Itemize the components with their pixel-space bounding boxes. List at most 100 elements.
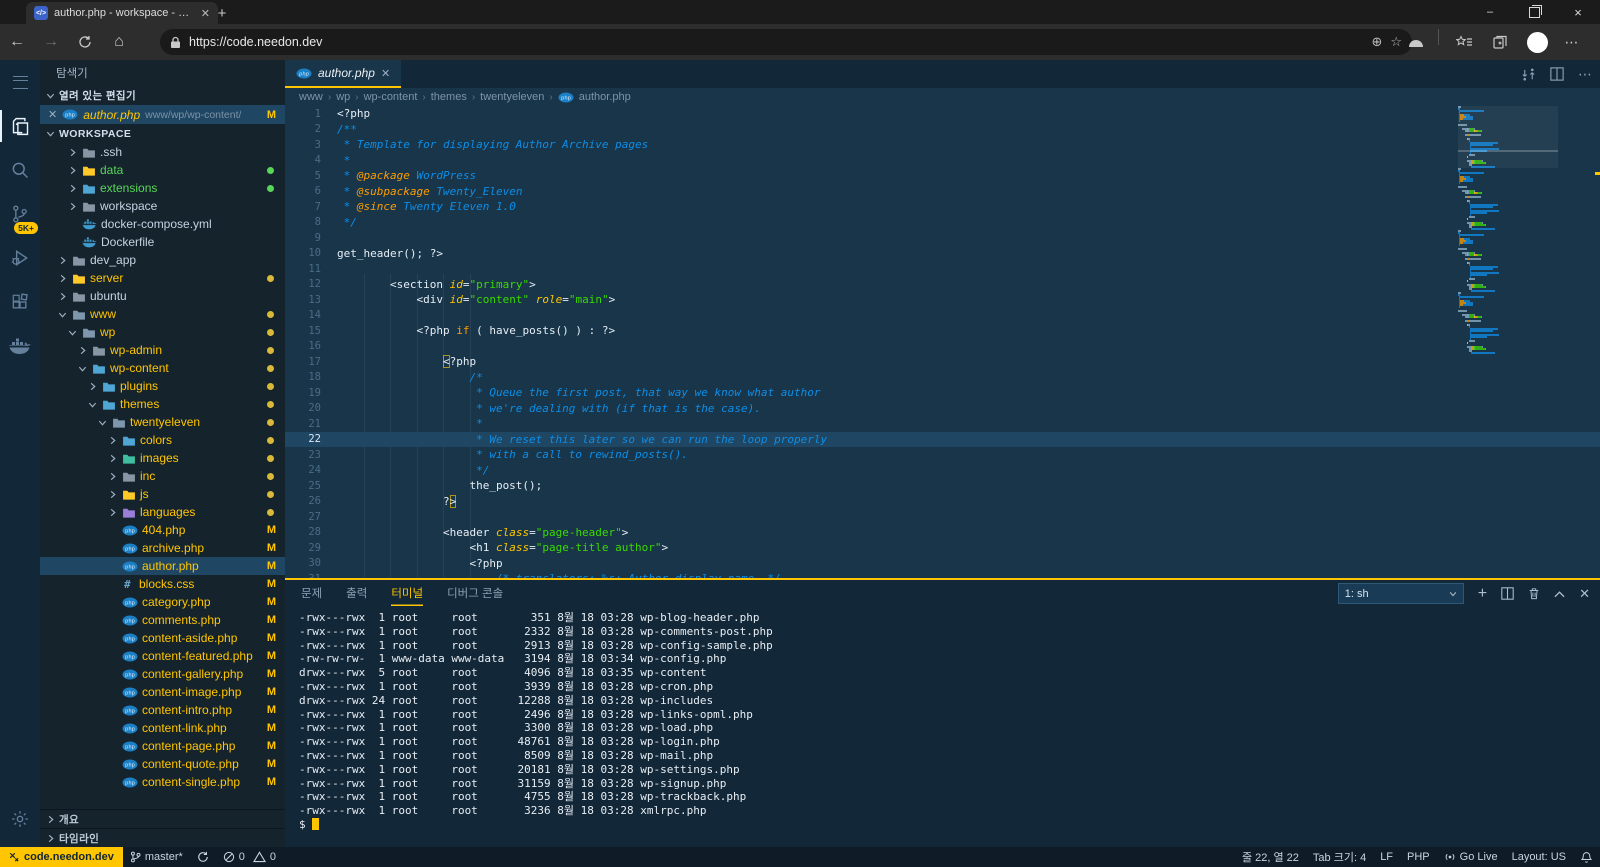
tree-item-ubuntu[interactable]: ubuntu <box>40 287 285 305</box>
code-line[interactable]: 15 <?php if ( have_posts() ) : ?> <box>285 323 1600 339</box>
outline-section-header[interactable]: 개요 <box>40 809 285 828</box>
settings-gear-button[interactable] <box>0 797 40 841</box>
breadcrumb-item[interactable]: www <box>299 91 323 103</box>
code-line[interactable]: 24 */ <box>285 463 1600 479</box>
tree-item-server[interactable]: server <box>40 269 285 287</box>
tree-item-content-gallery-php[interactable]: phpcontent-gallery.phpM <box>40 665 285 683</box>
panel-tab-item[interactable]: 디버그 콘솔 <box>447 580 503 606</box>
add-favorite-icon[interactable]: ☆ <box>1390 34 1402 50</box>
code-line[interactable]: 2/** <box>285 122 1600 138</box>
docker-view-button[interactable] <box>0 324 40 368</box>
source-control-view-button[interactable]: 5K+ <box>0 192 40 236</box>
terminal-selector-dropdown[interactable]: 1: sh <box>1338 583 1464 604</box>
tree-item-docker-compose-yml[interactable]: docker-compose.yml <box>40 215 285 233</box>
git-branch-indicator[interactable]: master* <box>123 847 190 867</box>
tree-item-author-php[interactable]: phpauthor.phpM <box>40 557 285 575</box>
code-line[interactable]: 14 <box>285 308 1600 324</box>
code-line[interactable]: 17 <?php <box>285 354 1600 370</box>
tree-item-www[interactable]: www <box>40 305 285 323</box>
remote-indicator[interactable]: code.needon.dev <box>0 847 123 867</box>
close-panel-button[interactable]: ✕ <box>1579 586 1590 602</box>
browser-menu-button[interactable]: ⋯ <box>1558 29 1586 55</box>
code-line[interactable]: 25 the_post(); <box>285 478 1600 494</box>
more-actions-icon[interactable]: ⋯ <box>1578 66 1592 83</box>
code-line[interactable]: 1<?php <box>285 106 1600 122</box>
tree-item-404-php[interactable]: php404.phpM <box>40 521 285 539</box>
collections-icon[interactable] <box>1486 29 1514 55</box>
kill-terminal-button[interactable] <box>1528 587 1540 600</box>
tree-item-dev-app[interactable]: dev_app <box>40 251 285 269</box>
tree-item-wp[interactable]: wp <box>40 323 285 341</box>
code-line[interactable]: 11 <box>285 261 1600 277</box>
code-line[interactable]: 26 ?> <box>285 494 1600 510</box>
code-line[interactable]: 29 <h1 class="page-title author"> <box>285 540 1600 556</box>
code-line[interactable]: 23 * with a call to rewind_posts(). <box>285 447 1600 463</box>
code-line[interactable]: 8 */ <box>285 215 1600 231</box>
minimap-slider[interactable] <box>1458 106 1558 168</box>
status-layout-us[interactable]: Layout: US <box>1505 847 1573 867</box>
tree-item-category-php[interactable]: phpcategory.phpM <box>40 593 285 611</box>
open-editors-header[interactable]: 열려 있는 편집기 <box>40 86 285 105</box>
menu-button[interactable] <box>0 60 40 104</box>
panel-tab-item[interactable]: 문제 <box>301 580 322 606</box>
refresh-button[interactable] <box>68 28 102 56</box>
sync-changes-button[interactable] <box>190 847 216 867</box>
code-line[interactable]: 21 * <box>285 416 1600 432</box>
code-editor[interactable]: 1<?php2/**3 * Template for displaying Au… <box>285 106 1600 578</box>
terminal[interactable]: -rwx---rwx 1 root root 351 8월 18 03:28 w… <box>285 606 1600 832</box>
tree-item-blocks-css[interactable]: #blocks.cssM <box>40 575 285 593</box>
tree-item-comments-php[interactable]: phpcomments.phpM <box>40 611 285 629</box>
panel-tab-active[interactable]: 터미널 <box>391 580 423 606</box>
run-debug-view-button[interactable] <box>0 236 40 280</box>
status-php[interactable]: PHP <box>1400 847 1437 867</box>
tree-item-data[interactable]: data <box>40 161 285 179</box>
tree-item--ssh[interactable]: .ssh <box>40 143 285 161</box>
forward-button[interactable]: → <box>34 28 68 56</box>
tree-item-wp-admin[interactable]: wp-admin <box>40 341 285 359</box>
split-editor-icon[interactable] <box>1550 67 1564 81</box>
tree-item-twentyeleven[interactable]: twentyeleven <box>40 413 285 431</box>
tree-item-content-featured-php[interactable]: phpcontent-featured.phpM <box>40 647 285 665</box>
tree-item-content-image-php[interactable]: phpcontent-image.phpM <box>40 683 285 701</box>
status-lf[interactable]: LF <box>1373 847 1400 867</box>
split-terminal-button[interactable] <box>1501 587 1514 600</box>
tree-item-js[interactable]: js <box>40 485 285 503</box>
workspace-header[interactable]: WORKSPACE <box>40 124 285 143</box>
tree-item-workspace[interactable]: workspace <box>40 197 285 215</box>
code-line[interactable]: 13 <div id="content" role="main"> <box>285 292 1600 308</box>
breadcrumb-item[interactable]: themes <box>431 91 467 103</box>
breadcrumb-item[interactable]: twentyeleven <box>480 91 544 103</box>
window-minimize-button[interactable]: – <box>1468 0 1512 24</box>
code-line[interactable]: 18 /* <box>285 370 1600 386</box>
extension-icon[interactable] <box>1402 29 1430 55</box>
minimap[interactable] <box>1458 106 1558 578</box>
open-editor-item[interactable]: ✕phpauthor.phpwww/wp/wp-content/the...M <box>40 105 285 124</box>
tree-item-images[interactable]: images <box>40 449 285 467</box>
tree-item-wp-content[interactable]: wp-content <box>40 359 285 377</box>
tree-item-archive-php[interactable]: phparchive.phpM <box>40 539 285 557</box>
code-line[interactable]: 12 <section id="primary"> <box>285 277 1600 293</box>
timeline-section-header[interactable]: 타임라인 <box>40 828 285 847</box>
status-tab-4[interactable]: Tab 크기: 4 <box>1306 847 1373 867</box>
code-line[interactable]: 16 <box>285 339 1600 355</box>
code-line[interactable]: 19 * Queue the first post, that way we k… <box>285 385 1600 401</box>
tracking-prevention-icon[interactable]: ⊕ <box>1371 34 1382 50</box>
code-line[interactable]: 27 <box>285 509 1600 525</box>
address-bar[interactable]: https://code.needon.dev ⊕ ☆ <box>160 29 1412 55</box>
tree-item-languages[interactable]: languages <box>40 503 285 521</box>
breadcrumb-item[interactable]: author.php <box>579 91 631 103</box>
tab-close-icon[interactable]: ✕ <box>201 7 210 20</box>
tree-item-content-single-php[interactable]: phpcontent-single.phpM <box>40 773 285 791</box>
code-line[interactable]: 5 * @package WordPress <box>285 168 1600 184</box>
code-line[interactable]: 3 * Template for displaying Author Archi… <box>285 137 1600 153</box>
search-view-button[interactable] <box>0 148 40 192</box>
tree-item-content-link-php[interactable]: phpcontent-link.phpM <box>40 719 285 737</box>
home-button[interactable]: ⌂ <box>102 28 136 56</box>
open-changes-icon[interactable] <box>1521 67 1536 82</box>
tree-item-content-intro-php[interactable]: phpcontent-intro.phpM <box>40 701 285 719</box>
tree-item-plugins[interactable]: plugins <box>40 377 285 395</box>
code-line[interactable]: 31 /* translators: %s: Author display na… <box>285 571 1600 578</box>
tree-item-content-page-php[interactable]: phpcontent-page.phpM <box>40 737 285 755</box>
profile-avatar[interactable] <box>1522 29 1552 55</box>
code-line[interactable]: 28 <header class="page-header"> <box>285 525 1600 541</box>
